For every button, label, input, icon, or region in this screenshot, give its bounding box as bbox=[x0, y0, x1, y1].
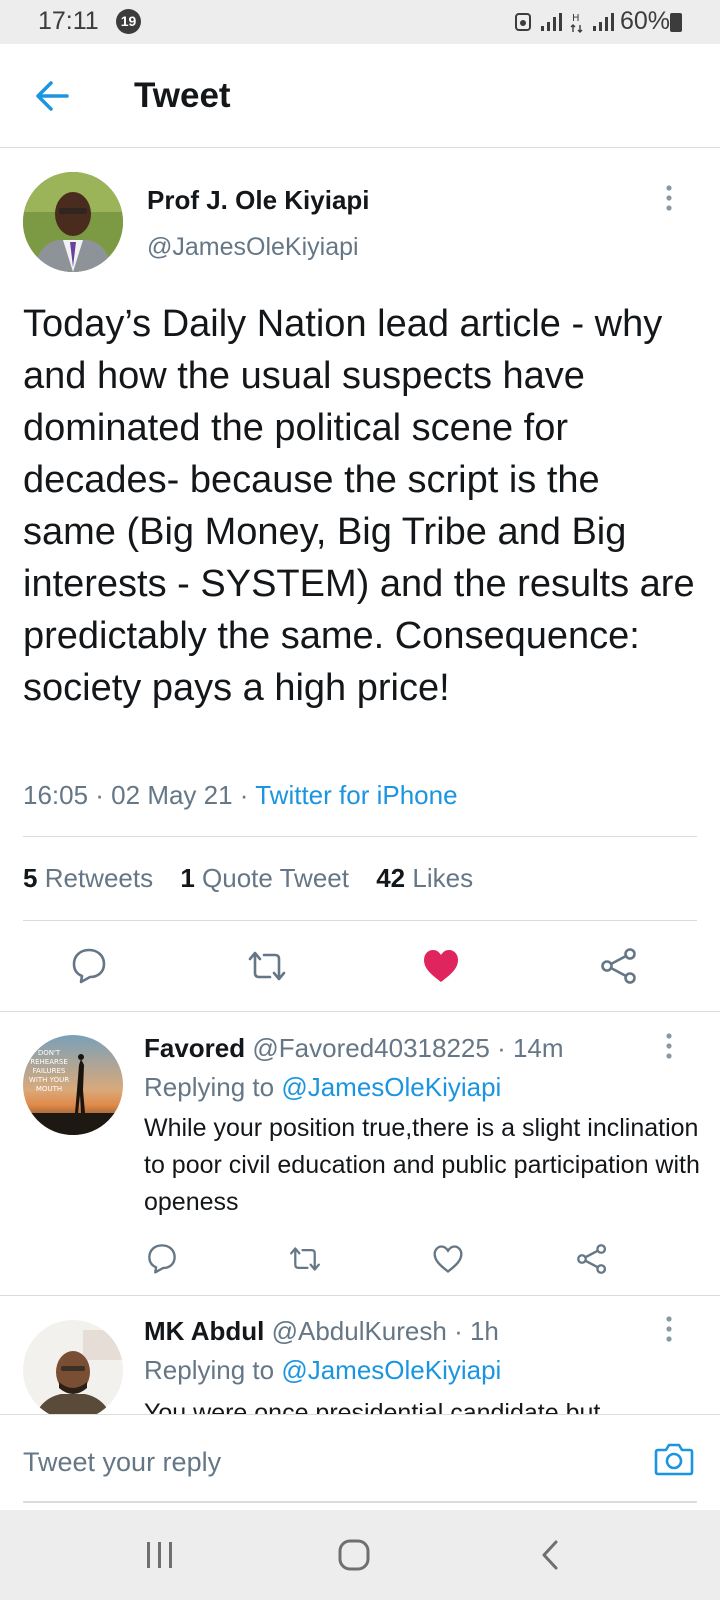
header: Tweet bbox=[0, 44, 720, 148]
svg-text:DON'T: DON'T bbox=[38, 1049, 61, 1057]
status-bar: 17:11 19 H 60% bbox=[0, 0, 720, 44]
back-icon[interactable] bbox=[532, 1538, 572, 1572]
reply-avatar[interactable]: DON'T REHEARSE FAILURES WITH YOUR MOUTH bbox=[23, 1035, 123, 1135]
timestamp-text: 16:05 · 02 May 21 · bbox=[23, 780, 256, 810]
divider bbox=[23, 920, 697, 921]
reply-avatar-image: DON'T REHEARSE FAILURES WITH YOUR MOUTH bbox=[23, 1035, 123, 1135]
reply-author-handle[interactable]: @AbdulKuresh bbox=[272, 1316, 447, 1346]
likes-label: Likes bbox=[412, 863, 474, 893]
retweet-icon[interactable] bbox=[288, 1244, 322, 1274]
reply-icon[interactable] bbox=[70, 946, 108, 984]
replying-to: Replying to @JamesOleKiyiapi bbox=[144, 1072, 501, 1103]
heart-icon[interactable] bbox=[422, 948, 460, 984]
camera-icon[interactable] bbox=[654, 1441, 694, 1477]
svg-text:MOUTH: MOUTH bbox=[36, 1085, 62, 1093]
back-arrow-icon[interactable] bbox=[34, 78, 70, 114]
reply-time: · 1h bbox=[446, 1316, 499, 1346]
recycle-icon bbox=[514, 12, 531, 31]
likes-stat[interactable]: 42 Likes bbox=[376, 863, 473, 893]
tweet-text: Today’s Daily Nation lead article - why … bbox=[23, 303, 695, 709]
reply-input[interactable]: Tweet your reply bbox=[23, 1447, 221, 1478]
data-h-icon: H bbox=[570, 13, 583, 33]
divider bbox=[0, 1011, 720, 1012]
reply-author-handle[interactable]: @Favored40318225 bbox=[252, 1033, 489, 1063]
tweet-timestamp: 16:05 · 02 May 21 · Twitter for iPhone bbox=[23, 780, 458, 811]
system-nav-bar bbox=[0, 1510, 720, 1600]
likes-count: 42 bbox=[376, 863, 406, 893]
reply-author-name[interactable]: MK Abdul bbox=[144, 1316, 264, 1346]
recents-icon[interactable] bbox=[140, 1538, 180, 1572]
composer-underline bbox=[23, 1501, 697, 1503]
more-icon[interactable] bbox=[664, 184, 674, 214]
battery-icon bbox=[670, 13, 682, 32]
reply-avatar-image bbox=[23, 1320, 123, 1414]
reply-author-name[interactable]: Favored bbox=[144, 1033, 245, 1063]
signal-strength-icon-2 bbox=[592, 12, 614, 31]
svg-text:WITH YOUR: WITH YOUR bbox=[29, 1076, 69, 1084]
svg-text:H: H bbox=[572, 13, 580, 24]
reply-text: While your position true,there is a slig… bbox=[144, 1114, 700, 1216]
author-handle[interactable]: @JamesOleKiyiapi bbox=[147, 233, 359, 262]
share-icon[interactable] bbox=[576, 1244, 608, 1274]
reply-avatar[interactable] bbox=[23, 1320, 123, 1414]
signal-strength-icon bbox=[540, 12, 562, 31]
reply-composer: Tweet your reply bbox=[0, 1414, 720, 1510]
retweets-stat[interactable]: 5 Retweets bbox=[23, 863, 153, 893]
reply-icon[interactable] bbox=[146, 1242, 178, 1274]
more-icon[interactable] bbox=[664, 1032, 674, 1062]
reply-text: You were once presidential candidate but bbox=[144, 1399, 601, 1414]
notification-count-badge: 19 bbox=[116, 9, 141, 34]
signal-icons: H bbox=[514, 11, 614, 33]
quotes-stat[interactable]: 1 Quote Tweet bbox=[180, 863, 349, 893]
share-icon[interactable] bbox=[600, 948, 638, 984]
battery-percent: 60% bbox=[619, 7, 670, 35]
replying-to-label: Replying to bbox=[144, 1355, 282, 1385]
tweet-source-link[interactable]: Twitter for iPhone bbox=[255, 780, 457, 810]
status-time: 17:11 bbox=[38, 7, 99, 35]
author-avatar[interactable] bbox=[23, 172, 123, 272]
svg-text:FAILURES: FAILURES bbox=[33, 1067, 66, 1075]
author-avatar-image bbox=[23, 172, 123, 272]
reply-header: MK Abdul @AbdulKuresh · 1h bbox=[144, 1316, 499, 1347]
quotes-label: Quote Tweet bbox=[202, 863, 349, 893]
reply-list-clip: MK Abdul @AbdulKuresh · 1h Replying to @… bbox=[0, 1275, 720, 1414]
retweets-label: Retweets bbox=[44, 863, 154, 893]
more-icon[interactable] bbox=[664, 1315, 674, 1345]
replying-to-label: Replying to bbox=[144, 1072, 282, 1102]
replying-to: Replying to @JamesOleKiyiapi bbox=[144, 1355, 501, 1386]
divider bbox=[23, 836, 697, 837]
replying-to-mention[interactable]: @JamesOleKiyiapi bbox=[281, 1355, 501, 1385]
replying-to-mention[interactable]: @JamesOleKiyiapi bbox=[281, 1072, 501, 1102]
svg-text:REHEARSE: REHEARSE bbox=[30, 1058, 68, 1066]
retweets-count: 5 bbox=[23, 863, 38, 893]
retweet-icon[interactable] bbox=[246, 948, 288, 984]
tweet-stats: 5 Retweets 1 Quote Tweet 42 Likes bbox=[23, 863, 493, 894]
quotes-count: 1 bbox=[180, 863, 195, 893]
reply-header: Favored @Favored40318225 · 14m bbox=[144, 1033, 564, 1064]
status-right: H 60% bbox=[514, 7, 670, 36]
page-title: Tweet bbox=[134, 76, 231, 115]
author-name[interactable]: Prof J. Ole Kiyiapi bbox=[147, 185, 370, 216]
reply-time: · 14m bbox=[489, 1033, 564, 1063]
heart-icon[interactable] bbox=[432, 1244, 464, 1274]
home-icon[interactable] bbox=[334, 1538, 374, 1572]
